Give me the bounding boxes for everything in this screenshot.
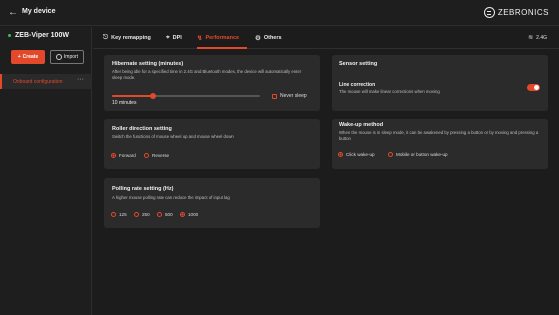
radio-label: Mobile or button wake-up [396, 152, 448, 157]
line-correction-title: Line correction [339, 82, 376, 88]
tab-key-remapping[interactable]: ⎋ Key remapping [103, 34, 151, 42]
card-description: A higher mouse polling rate can reduce t… [112, 195, 230, 200]
radio-label: Reverse [152, 153, 170, 158]
slider-fill [112, 95, 153, 97]
hibernate-card: Hibernate setting (minutes) After being … [104, 55, 320, 111]
import-icon [55, 54, 62, 60]
card-title: Sensor setting [339, 61, 378, 67]
card-title: Roller direction setting [112, 126, 172, 132]
slider-value: 10 minutes [112, 100, 137, 106]
radio-1000[interactable]: 1000 [180, 212, 198, 217]
import-button[interactable]: Import [50, 50, 84, 64]
connection-status-dot [8, 34, 11, 37]
arrow-left-icon[interactable]: ← [8, 7, 18, 18]
line-correction-description: The mouse will make linear corrections w… [339, 89, 440, 94]
radio-label: Click wake-up [346, 152, 375, 157]
radio-button[interactable] [157, 212, 162, 217]
polling-rate-card: Polling rate setting (Hz) A higher mouse… [104, 178, 320, 228]
import-label: Import [63, 54, 79, 60]
sidebar: ZEB-Viper 100W + Create Import Onboard c… [0, 27, 92, 315]
mouse-icon: ⎋ [103, 34, 109, 41]
radio-forward[interactable]: Forward [111, 153, 136, 158]
radio-button[interactable] [134, 212, 139, 217]
card-title: Wake-up method [339, 122, 384, 128]
tab-label: Others [263, 35, 282, 41]
radio-label: Forward [119, 153, 136, 158]
page-title: My device [22, 8, 56, 15]
card-description: When the mouse is in sleep mode, it can … [339, 130, 539, 141]
more-options-icon[interactable]: ··· [77, 76, 84, 83]
radio-button[interactable] [388, 152, 393, 157]
tab-bar: ⎋ Key remapping ⌖ DPI ↯ Performance ⚙ Ot… [93, 27, 559, 49]
sidebar-item-onboard-configuration[interactable]: Onboard configuration ··· [0, 74, 92, 89]
radio-125[interactable]: 125 [111, 212, 127, 217]
radio-label: 250 [142, 212, 150, 217]
connection-label: 2.4G [536, 34, 547, 41]
slider-handle[interactable] [150, 93, 156, 99]
radio-label: 125 [119, 212, 127, 217]
card-title: Hibernate setting (minutes) [112, 61, 184, 67]
zebronics-logo-icon [483, 7, 495, 18]
active-tab-indicator [197, 47, 247, 49]
radio-button[interactable] [338, 152, 343, 157]
tab-label: DPI [172, 35, 182, 41]
radio-250[interactable]: 250 [134, 212, 150, 217]
sensor-setting-card: Sensor setting Line correction The mouse… [332, 55, 548, 111]
hibernate-slider[interactable] [112, 93, 260, 99]
connection-mode: ≋ 2.4G [528, 34, 547, 42]
gear-icon: ⚙ [255, 35, 261, 42]
never-sleep-checkbox[interactable]: Never sleep [272, 93, 307, 99]
checkbox-label: Never sleep [280, 93, 307, 99]
tab-label: Performance [205, 35, 240, 41]
card-description: After being idle for a specified time in… [112, 69, 302, 80]
plus-icon: + [17, 54, 21, 60]
device-name: ZEB-Viper 100W [8, 32, 69, 39]
radio-button[interactable] [111, 212, 116, 217]
radio-500[interactable]: 500 [157, 212, 173, 217]
tab-others[interactable]: ⚙ Others [255, 34, 282, 42]
tab-performance[interactable]: ↯ Performance [197, 34, 239, 42]
tab-dpi[interactable]: ⌖ DPI [166, 34, 182, 42]
radio-button[interactable] [111, 153, 116, 158]
performance-icon: ↯ [197, 35, 203, 42]
radio-label: 1000 [188, 212, 199, 217]
crosshair-icon: ⌖ [166, 34, 170, 41]
create-label: Create [22, 54, 39, 60]
card-title: Polling rate setting (Hz) [112, 186, 174, 192]
roller-direction-card: Roller direction setting Switch the func… [104, 119, 320, 169]
tab-label: Key remapping [111, 35, 151, 41]
radio-button[interactable] [180, 212, 185, 217]
wake-up-method-card: Wake-up method When the mouse is in slee… [332, 119, 548, 169]
device-name-label: ZEB-Viper 100W [15, 32, 69, 39]
radio-reverse[interactable]: Reverse [144, 153, 169, 158]
radio-label: 500 [165, 212, 173, 217]
radio-click-wake-up[interactable]: Click wake-up [338, 152, 375, 157]
wifi-icon: ≋ [528, 35, 534, 41]
radio-mobile-or-button-wake-up[interactable]: Mobile or button wake-up [388, 152, 448, 157]
radio-button[interactable] [144, 153, 149, 158]
brand-logo: ZEBRONICS [483, 7, 549, 18]
sidebar-item-label: Onboard configuration [13, 79, 63, 85]
card-description: Switch the functions of mouse wheel up a… [112, 134, 234, 139]
brand-name: ZEBRONICS [497, 8, 549, 17]
line-correction-toggle[interactable] [527, 84, 540, 91]
top-bar: ← My device ZEBRONICS [0, 0, 559, 26]
checkbox-box[interactable] [272, 93, 277, 99]
create-button[interactable]: + Create [11, 50, 45, 64]
